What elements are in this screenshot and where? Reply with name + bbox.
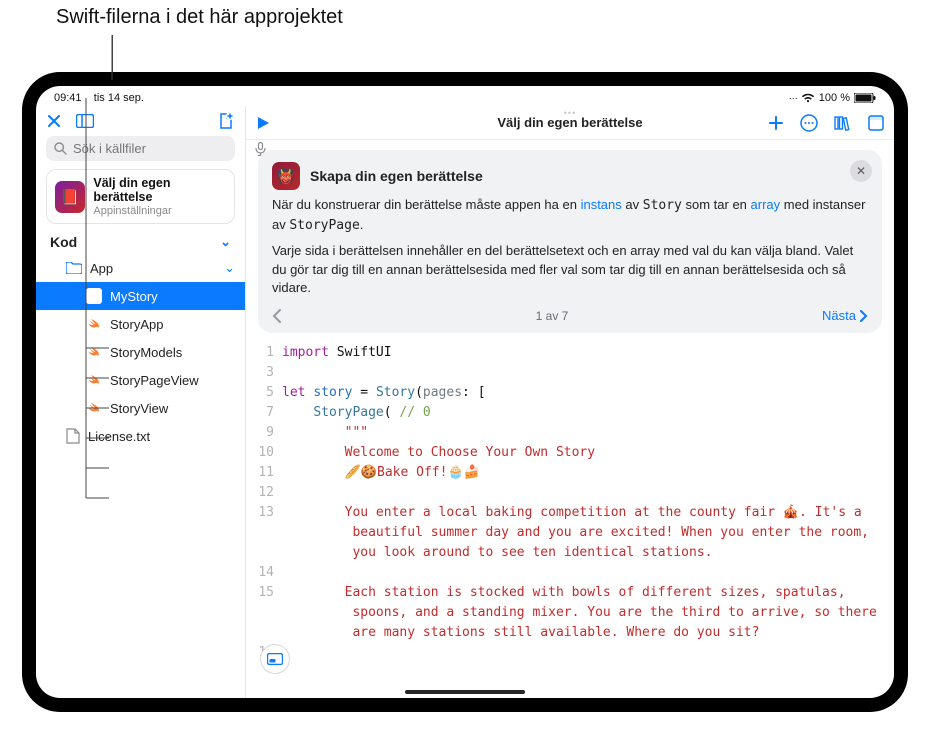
swift-file-icon — [86, 316, 102, 332]
handoff-icon: ⋯ — [789, 93, 797, 104]
lesson-code-story: Story — [643, 198, 682, 213]
swift-file-icon — [86, 372, 102, 388]
folder-app[interactable]: App ⌄ — [36, 254, 245, 282]
run-button[interactable] — [256, 116, 270, 130]
lesson-next-button[interactable]: Nästa — [822, 308, 868, 323]
new-file-icon[interactable] — [217, 112, 235, 130]
main-pane: ••• Välj din egen berättelse — [246, 106, 894, 698]
lesson-title: Skapa din egen berättelse — [310, 168, 483, 184]
main-toolbar: ••• Välj din egen berättelse — [246, 106, 894, 140]
sidebar-search[interactable] — [46, 136, 235, 161]
file-row-license[interactable]: License.txt — [36, 422, 245, 450]
code-content[interactable]: import SwiftUI let story = Story(pages: … — [282, 343, 894, 698]
status-date: tis 14 sep. — [94, 92, 144, 104]
folder-label: App — [90, 261, 113, 276]
lesson-next-label: Nästa — [822, 308, 856, 323]
lesson-card: ✕ 👹 Skapa din egen berättelse När du kon… — [258, 150, 882, 333]
sidebar-toggle-icon[interactable] — [76, 113, 94, 129]
lesson-code-storypage: StoryPage — [289, 218, 359, 233]
file-label: License.txt — [88, 429, 150, 444]
swift-file-icon — [86, 400, 102, 416]
document-title: Välj din egen berättelse — [497, 115, 642, 130]
battery-label: 100 % — [819, 92, 850, 104]
file-row-storyview[interactable]: StoryView — [36, 394, 245, 422]
status-bar: 09:41 tis 14 sep. ⋯ 100 % — [36, 86, 894, 106]
file-row-storymodels[interactable]: StoryModels — [36, 338, 245, 366]
home-indicator[interactable] — [405, 690, 525, 694]
search-icon — [54, 142, 67, 155]
file-row-mystory[interactable]: MyStory — [36, 282, 245, 310]
status-time: 09:41 — [54, 92, 82, 104]
chevron-down-icon: ⌄ — [220, 234, 231, 250]
swift-file-icon — [86, 288, 102, 304]
status-right: ⋯ 100 % — [789, 92, 876, 104]
close-icon[interactable] — [46, 113, 62, 129]
app-area: 📕 Välj din egen berättelse Appinställnin… — [36, 106, 894, 698]
lesson-close-button[interactable]: ✕ — [850, 160, 872, 182]
file-label: StoryPageView — [110, 373, 199, 388]
file-row-storypageview[interactable]: StoryPageView — [36, 366, 245, 394]
lesson-text: När du konstruerar din berättelse måste … — [272, 197, 581, 212]
floating-panel-button[interactable] — [260, 644, 290, 674]
lesson-text: av — [622, 197, 643, 212]
battery-icon — [854, 93, 876, 103]
sidebar-toolbar — [36, 110, 245, 136]
section-label: Kod — [50, 234, 77, 250]
folder-icon — [66, 262, 82, 274]
lesson-prev-button[interactable] — [272, 309, 282, 323]
ipad-screen: 09:41 tis 14 sep. ⋯ 100 % — [36, 86, 894, 698]
swift-file-icon — [86, 344, 102, 360]
file-label: MyStory — [110, 289, 158, 304]
lesson-text: som tar en — [682, 197, 751, 212]
lesson-link-instans[interactable]: instans — [581, 197, 622, 212]
project-card[interactable]: 📕 Välj din egen berättelse Appinställnin… — [46, 169, 235, 224]
add-button[interactable] — [768, 114, 784, 132]
more-button[interactable] — [800, 114, 818, 132]
lesson-icon: 👹 — [272, 162, 300, 190]
lesson-text: . — [360, 217, 364, 232]
search-input[interactable] — [73, 141, 249, 156]
chevron-down-icon: ⌄ — [224, 260, 235, 276]
project-app-icon: 📕 — [55, 181, 85, 213]
library-icon[interactable] — [834, 114, 852, 132]
callout-label: Swift-filerna i det här approjektet — [56, 6, 343, 29]
file-label: StoryModels — [110, 345, 182, 360]
preview-icon[interactable] — [868, 114, 884, 132]
project-subtitle: Appinställningar — [93, 205, 226, 218]
wifi-icon — [801, 93, 815, 103]
file-label: StoryView — [110, 401, 168, 416]
sidebar: 📕 Välj din egen berättelse Appinställnin… — [36, 106, 246, 698]
lesson-pager-label: 1 av 7 — [536, 309, 569, 323]
file-label: StoryApp — [110, 317, 163, 332]
lesson-pager: 1 av 7 Nästa — [272, 308, 868, 323]
status-left: 09:41 tis 14 sep. — [54, 92, 144, 104]
sidebar-section-kod[interactable]: Kod ⌄ — [36, 232, 245, 254]
project-title: Välj din egen berättelse — [93, 176, 226, 205]
text-file-icon — [66, 428, 80, 444]
ipad-device-frame: 09:41 tis 14 sep. ⋯ 100 % — [22, 72, 908, 712]
code-editor[interactable]: 1 3 5 7 9 10 11 12 13 14 15 — [246, 339, 894, 698]
lesson-paragraph-2: Varje sida i berättelsen innehåller en d… — [272, 242, 868, 299]
file-row-storyapp[interactable]: StoryApp — [36, 310, 245, 338]
lesson-body: När du konstruerar din berättelse måste … — [272, 196, 868, 298]
lesson-link-array[interactable]: array — [751, 197, 781, 212]
